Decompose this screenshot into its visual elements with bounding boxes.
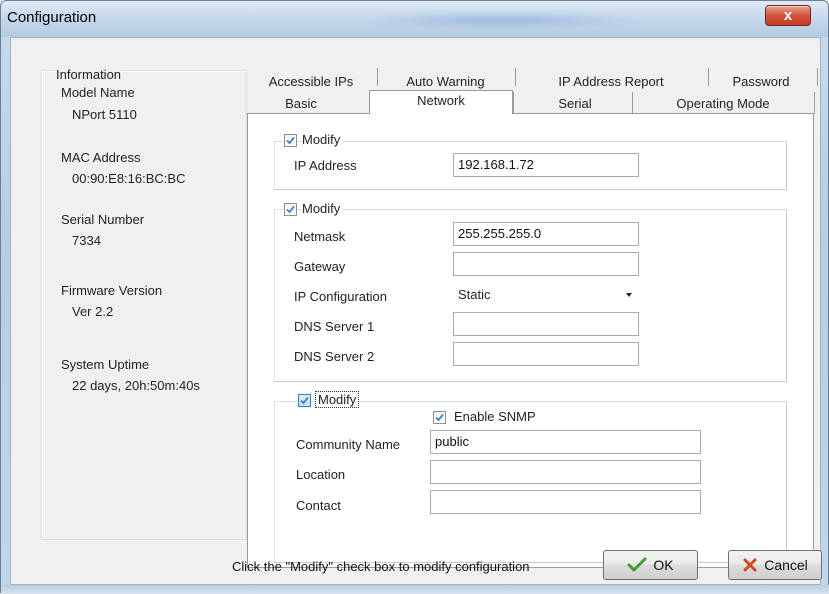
tab-separator <box>377 68 378 86</box>
netmask-modify-label: Modify <box>302 201 344 216</box>
netmask-field[interactable]: 255.255.255.0 <box>453 222 639 246</box>
title-bar[interactable]: Configuration x <box>1 1 828 37</box>
tab-label: Operating Mode <box>676 96 770 111</box>
snmp-modify-label: Modify <box>315 391 360 408</box>
configuration-window: Configuration x Information Model Name N… <box>0 0 829 594</box>
firmware-version-label: Firmware Version <box>61 283 163 298</box>
tab-separator <box>708 68 709 86</box>
tab-label: Network <box>417 93 465 108</box>
cancel-label: Cancel <box>764 557 808 573</box>
model-name-value: NPort 5110 <box>72 107 137 122</box>
ip-configuration-select[interactable]: Static <box>453 282 639 306</box>
dns-server-1-label: DNS Server 1 <box>294 319 375 334</box>
mac-address-value: 00:90:E8:16:BC:BC <box>72 171 186 186</box>
ip-modify-checkbox[interactable] <box>284 134 297 147</box>
title-bar-glow <box>361 11 641 29</box>
mac-address-label: MAC Address <box>61 150 141 165</box>
gateway-field[interactable] <box>453 252 639 276</box>
ip-address-field[interactable]: 192.168.1.72 <box>453 153 639 177</box>
tab-separator <box>814 92 815 113</box>
information-heading: Information <box>54 67 124 82</box>
close-icon <box>743 558 757 572</box>
ip-configuration-value: Static <box>458 287 491 302</box>
ip-configuration-label: IP Configuration <box>294 289 387 304</box>
tab-network[interactable]: Network <box>369 90 513 114</box>
serial-number-value: 7334 <box>72 233 101 248</box>
tab-label: IP Address Report <box>558 74 664 89</box>
close-icon: x <box>783 7 793 24</box>
status-hint: Click the "Modify" check box to modify c… <box>232 559 530 574</box>
contact-field[interactable] <box>430 490 701 514</box>
tab-separator <box>513 92 514 113</box>
snmp-modify-checkbox[interactable] <box>298 394 311 407</box>
dns-server-1-field[interactable] <box>453 312 639 336</box>
community-name-field[interactable]: public <box>430 430 701 454</box>
ok-button[interactable]: OK <box>603 550 698 580</box>
gateway-label: Gateway <box>294 259 346 274</box>
location-field[interactable] <box>430 460 701 484</box>
system-uptime-label: System Uptime <box>61 357 150 372</box>
tab-separator <box>632 92 633 113</box>
tab-accessible-ips[interactable]: Accessible IPs <box>251 72 371 93</box>
contact-label: Contact <box>296 498 341 513</box>
tab-password[interactable]: Password <box>716 72 806 93</box>
close-button[interactable]: x <box>765 5 811 26</box>
tab-basic[interactable]: Basic <box>251 94 351 113</box>
community-name-label: Community Name <box>296 437 401 452</box>
tab-label: Serial <box>558 96 592 111</box>
tab-label: Auto Warning <box>406 74 485 89</box>
cancel-button[interactable]: Cancel <box>728 550 822 580</box>
window-title: Configuration <box>7 9 97 26</box>
tab-separator <box>515 68 516 86</box>
location-label: Location <box>296 467 346 482</box>
checkmark-icon <box>286 205 295 214</box>
tab-label: Password <box>732 74 790 89</box>
checkmark-icon <box>300 396 309 405</box>
ip-address-label: IP Address <box>294 158 357 173</box>
ip-modify-label: Modify <box>302 132 344 147</box>
netmask-label: Netmask <box>294 229 346 244</box>
tab-label: Accessible IPs <box>268 74 354 89</box>
dns-server-2-label: DNS Server 2 <box>294 349 375 364</box>
checkmark-icon <box>435 413 444 422</box>
enable-snmp-label: Enable SNMP <box>454 409 536 424</box>
dns-server-2-field[interactable] <box>453 342 639 366</box>
ok-label: OK <box>653 557 674 573</box>
checkmark-icon <box>286 136 295 145</box>
system-uptime-value: 22 days, 20h:50m:40s <box>72 378 200 393</box>
chevron-down-icon <box>626 293 632 297</box>
enable-snmp-checkbox[interactable] <box>433 411 446 424</box>
firmware-version-value: Ver 2.2 <box>72 304 114 319</box>
netmask-modify-checkbox[interactable] <box>284 203 297 216</box>
dialog-client-area: Information Model Name NPort 5110 MAC Ad… <box>10 37 822 585</box>
tab-ip-address-report[interactable]: IP Address Report <box>521 72 701 93</box>
serial-number-label: Serial Number <box>61 212 145 227</box>
network-tab-panel: Modify IP Address 192.168.1.72 Modify Ne… <box>247 113 814 568</box>
information-group: Information Model Name NPort 5110 MAC Ad… <box>41 67 247 540</box>
tab-label: Basic <box>285 96 317 111</box>
checkmark-icon <box>627 557 647 572</box>
tab-operating-mode[interactable]: Operating Mode <box>639 94 807 113</box>
tab-separator <box>817 68 818 86</box>
tab-serial[interactable]: Serial <box>521 94 629 113</box>
model-name-label: Model Name <box>61 85 135 100</box>
